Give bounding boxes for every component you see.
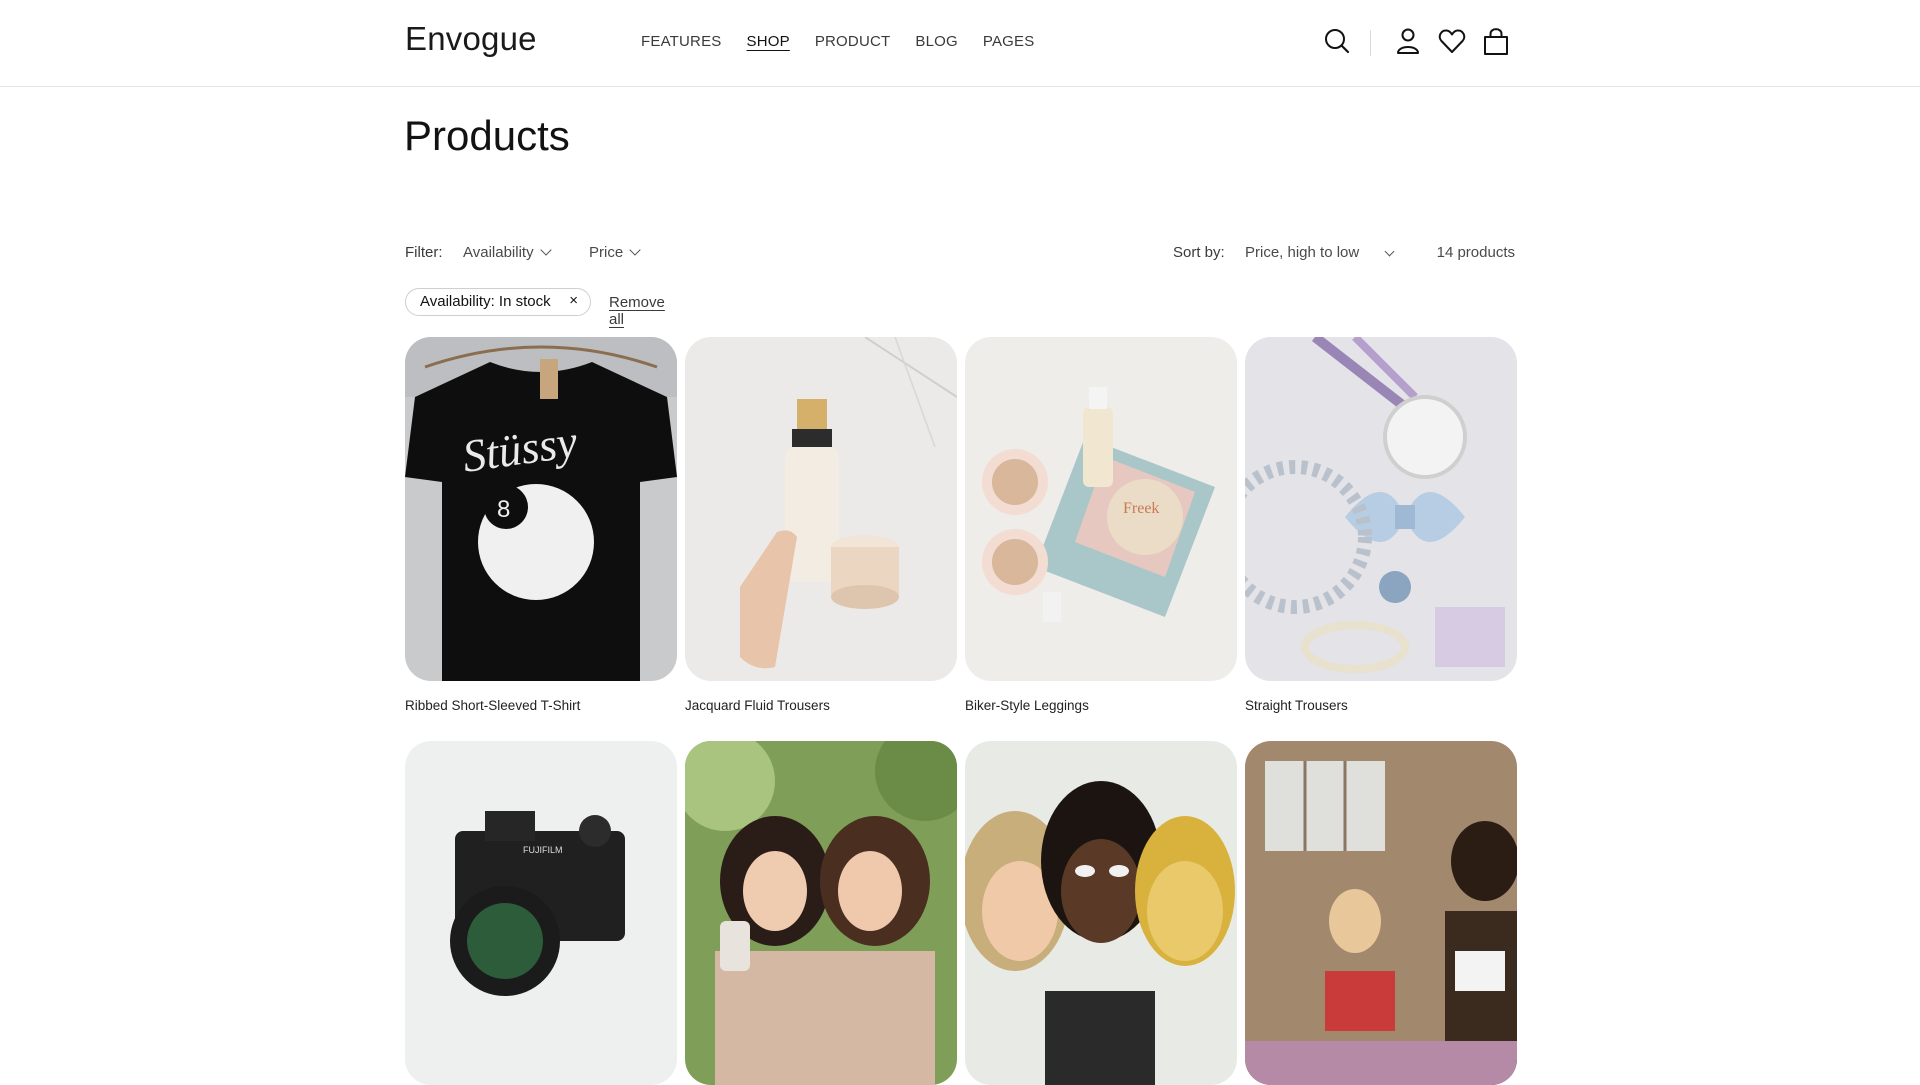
product-card[interactable]: Jacquard Fluid Trousers — [685, 337, 957, 713]
chevron-down-icon — [1384, 246, 1395, 257]
product-image[interactable] — [685, 337, 957, 681]
sort-value: Price, high to low — [1245, 244, 1360, 261]
product-title[interactable]: Biker-Style Leggings — [965, 698, 1089, 713]
active-filter-label: Availability: In stock — [420, 293, 551, 310]
svg-text:Freek: Freek — [1123, 500, 1159, 517]
chevron-down-icon — [539, 244, 552, 256]
product-title[interactable]: Jacquard Fluid Trousers — [685, 698, 830, 713]
close-icon[interactable]: × — [569, 292, 578, 309]
product-card[interactable]: FUJIFILM — [405, 741, 677, 1085]
product-image[interactable]: Freek — [965, 337, 1237, 681]
svg-text:FUJIFILM: FUJIFILM — [523, 845, 563, 855]
search-icon[interactable] — [1322, 26, 1352, 58]
filter-label: Filter: — [405, 244, 443, 261]
remove-all-link[interactable]: Remove all — [609, 294, 665, 328]
product-title[interactable]: Ribbed Short-Sleeved T-Shirt — [405, 698, 580, 713]
product-card[interactable] — [965, 741, 1237, 1085]
sort-label: Sort by: — [1173, 244, 1225, 261]
product-card[interactable] — [1245, 741, 1517, 1085]
nav-shop[interactable]: SHOP — [747, 33, 790, 50]
page-title: Products — [404, 112, 570, 159]
cart-bag-icon[interactable] — [1481, 26, 1511, 58]
product-image[interactable]: Stüssy 8 — [405, 337, 677, 681]
filter-bar: Filter: Availability Price Sort by: Pric… — [405, 244, 1515, 266]
sort-select[interactable]: Price, high to low — [1245, 244, 1405, 261]
account-icon[interactable] — [1393, 26, 1423, 58]
availability-filter-label: Availability — [463, 244, 534, 261]
site-logo[interactable]: Envogue — [405, 20, 537, 58]
product-image[interactable] — [1245, 741, 1517, 1085]
nav-pages[interactable]: PAGES — [983, 33, 1035, 50]
product-image[interactable] — [685, 741, 957, 1085]
product-image[interactable] — [1245, 337, 1517, 681]
availability-filter-dropdown[interactable]: Availability — [463, 244, 552, 261]
product-image[interactable] — [965, 741, 1237, 1085]
product-image[interactable]: FUJIFILM — [405, 741, 677, 1085]
product-title[interactable]: Straight Trousers — [1245, 698, 1348, 713]
product-count: 14 products — [1436, 244, 1515, 261]
price-filter-dropdown[interactable]: Price — [589, 244, 641, 261]
chevron-down-icon — [629, 244, 641, 256]
active-filter-chip[interactable]: Availability: In stock × — [405, 288, 591, 316]
nav-blog[interactable]: BLOG — [915, 33, 957, 50]
main-nav: FEATURES SHOP PRODUCT BLOG PAGES — [641, 33, 1059, 50]
wishlist-heart-icon[interactable] — [1437, 26, 1467, 58]
nav-features[interactable]: FEATURES — [641, 33, 722, 50]
product-card[interactable]: Freek Biker-Style Leggings — [965, 337, 1237, 713]
price-filter-label: Price — [589, 244, 624, 261]
product-card[interactable]: Straight Trousers — [1245, 337, 1517, 713]
nav-product[interactable]: PRODUCT — [815, 33, 891, 50]
product-card[interactable]: Stüssy 8 Ribbed Short-Sleeved T-Shirt — [405, 337, 677, 713]
svg-text:8: 8 — [497, 496, 510, 523]
site-header: Envogue FEATURES SHOP PRODUCT BLOG PAGES — [0, 0, 1920, 87]
header-divider — [1370, 30, 1371, 56]
product-card[interactable] — [685, 741, 957, 1085]
